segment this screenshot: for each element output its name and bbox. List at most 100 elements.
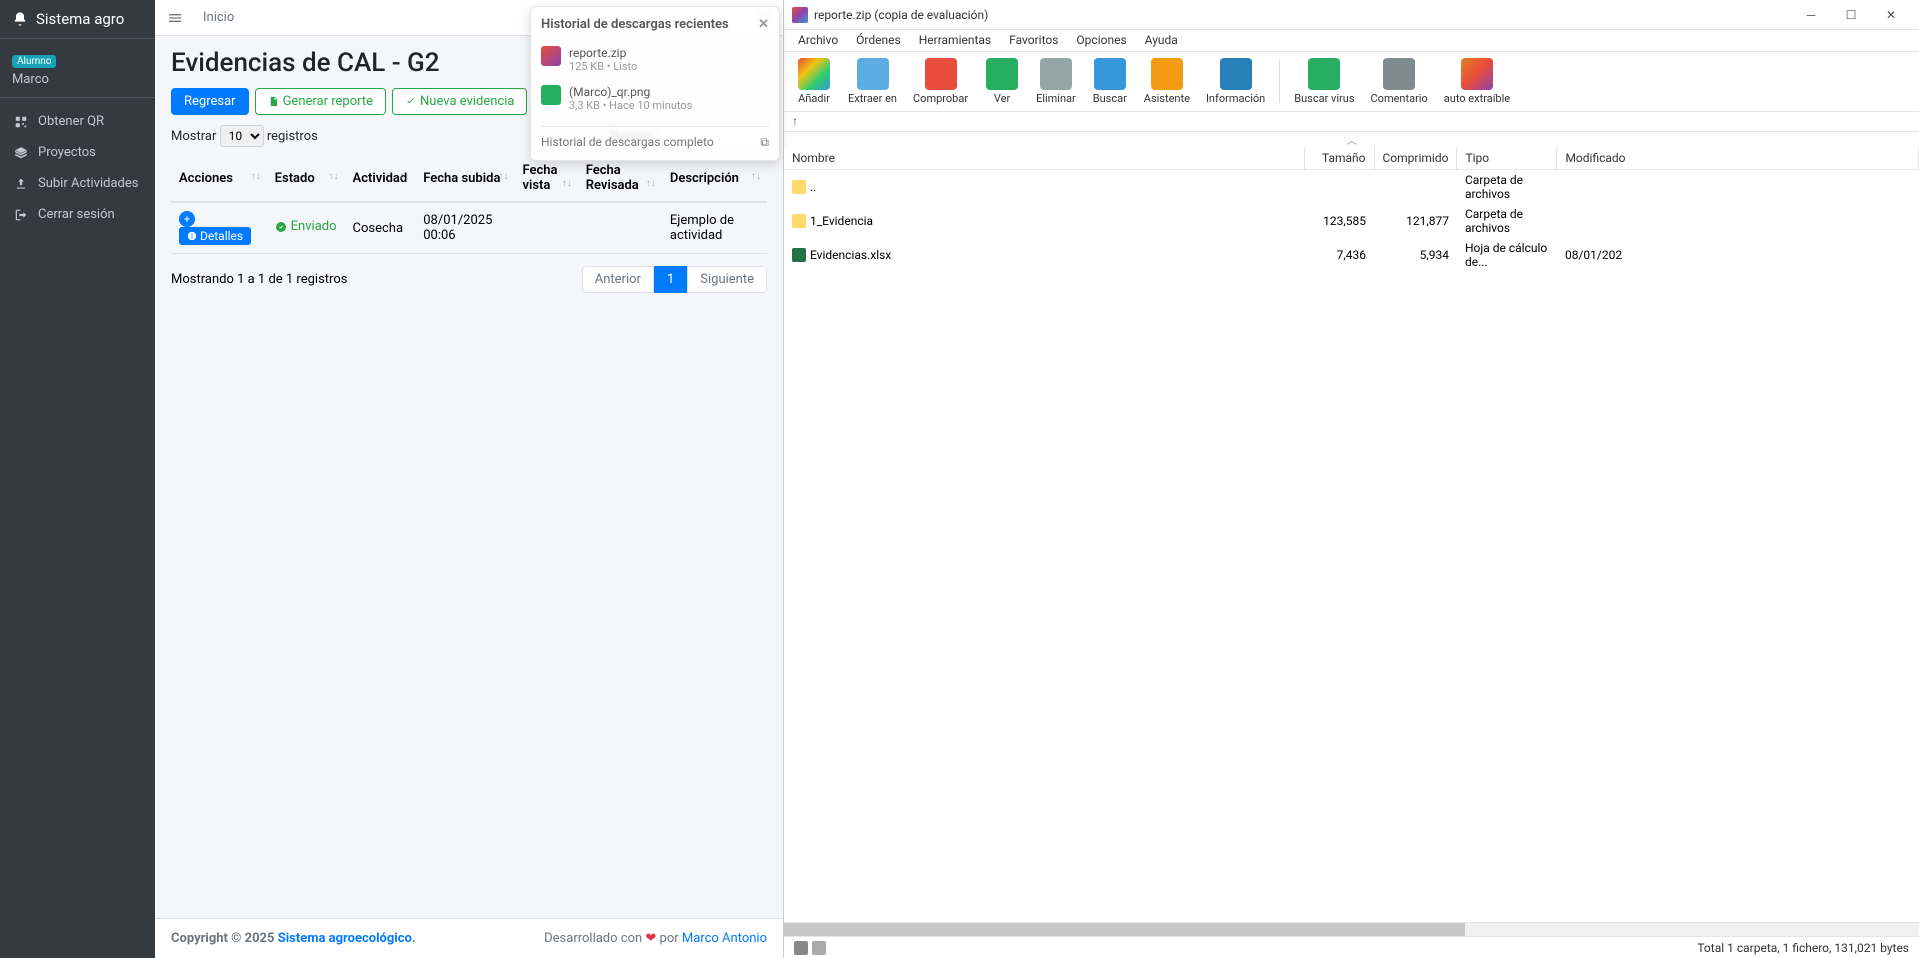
user-name: Marco bbox=[12, 72, 143, 87]
tool-buscar-virus[interactable]: Buscar virus bbox=[1288, 56, 1360, 107]
user-panel: Alumno Marco bbox=[0, 39, 155, 98]
col-viewed[interactable]: Fecha vista↑↓ bbox=[514, 155, 577, 202]
winrar-window: reporte.zip (copia de evaluación) ─ ☐ ✕ … bbox=[783, 0, 1919, 958]
toolbar: AñadirExtraer enComprobarVerEliminarBusc… bbox=[784, 52, 1919, 112]
dev-link[interactable]: Marco Antonio bbox=[682, 931, 767, 946]
buscar-virus-icon bbox=[1308, 58, 1340, 90]
nav-item-qr[interactable]: Obtener QR bbox=[0, 106, 155, 137]
lock-icon bbox=[812, 941, 826, 955]
col-status[interactable]: Estado↑↓ bbox=[267, 155, 345, 202]
status-badge: Enviado bbox=[275, 219, 337, 234]
maximize-button[interactable]: ☐ bbox=[1831, 1, 1871, 29]
xlsx-icon bbox=[792, 248, 806, 262]
col-reviewed[interactable]: Fecha Revisada↑↓ bbox=[578, 155, 662, 202]
file-list: Nombre Tamaño Comprimido Tipo Modificado… bbox=[784, 147, 1919, 922]
up-arrow-icon[interactable]: ↑ bbox=[792, 114, 798, 128]
layers-icon bbox=[14, 146, 28, 160]
menu-herramientas[interactable]: Herramientas bbox=[911, 30, 999, 51]
col-type[interactable]: Tipo bbox=[1457, 147, 1557, 170]
pagination: Anterior 1 Siguiente bbox=[582, 266, 767, 293]
folder-icon bbox=[792, 214, 806, 228]
file-row[interactable]: 1_Evidencia123,585121,877Carpeta de arch… bbox=[784, 204, 1919, 238]
tool-auto-extraíble[interactable]: auto extraíble bbox=[1438, 56, 1516, 107]
main: Inicio Evidencias de CAL - G2 Regresar G… bbox=[155, 0, 783, 958]
nav-item-projects[interactable]: Proyectos bbox=[0, 137, 155, 168]
close-icon[interactable]: ✕ bbox=[758, 17, 769, 32]
image-icon bbox=[541, 85, 561, 105]
download-item[interactable]: (Marco)_qr.png 3,3 KB • Hace 10 minutos bbox=[541, 79, 769, 118]
external-link-icon[interactable]: ⧉ bbox=[760, 135, 769, 150]
close-button[interactable]: ✕ bbox=[1871, 1, 1911, 29]
file-row[interactable]: Evidencias.xlsx7,4365,934Hoja de cálculo… bbox=[784, 238, 1919, 272]
upload-icon bbox=[14, 177, 28, 191]
menu-favoritos[interactable]: Favoritos bbox=[1001, 30, 1066, 51]
horizontal-scrollbar[interactable] bbox=[784, 922, 1919, 936]
report-button[interactable]: Generar reporte bbox=[255, 88, 386, 115]
prev-button[interactable]: Anterior bbox=[582, 266, 654, 293]
tool-información[interactable]: Información bbox=[1200, 56, 1271, 107]
col-compressed[interactable]: Comprimido bbox=[1374, 147, 1457, 170]
page-1-button[interactable]: 1 bbox=[654, 266, 687, 293]
col-activity[interactable]: Actividad↑↓ bbox=[345, 155, 416, 202]
comentario-icon bbox=[1383, 58, 1415, 90]
brand[interactable]: Sistema agro bbox=[0, 0, 155, 39]
tool-añadir[interactable]: Añadir bbox=[790, 56, 838, 107]
full-history-link[interactable]: Historial de descargas completo bbox=[541, 135, 714, 150]
content: Evidencias de CAL - G2 Regresar Generar … bbox=[155, 36, 783, 918]
col-size[interactable]: Tamaño bbox=[1304, 147, 1374, 170]
heart-icon: ❤ bbox=[645, 931, 656, 946]
col-description[interactable]: Descripción↑↓ bbox=[662, 155, 767, 202]
col-uploaded[interactable]: Fecha subida↑↓ bbox=[415, 155, 514, 202]
nav: Obtener QR Proyectos Subir Actividades C… bbox=[0, 98, 155, 238]
menu-ordenes[interactable]: Órdenes bbox=[848, 30, 909, 51]
file-icon bbox=[268, 96, 279, 107]
datatable: Acciones↑↓ Estado↑↓ Actividad↑↓ Fecha su… bbox=[171, 155, 767, 254]
expand-button[interactable]: + bbox=[179, 211, 195, 227]
path-bar[interactable]: ↑ bbox=[784, 112, 1919, 132]
statusbar: Total 1 carpeta, 1 fichero, 131,021 byte… bbox=[784, 936, 1919, 958]
menu-toggle-icon[interactable] bbox=[167, 10, 183, 26]
drive-icon bbox=[794, 941, 808, 955]
logout-icon bbox=[14, 208, 28, 222]
folder-icon bbox=[792, 180, 806, 194]
col-actions[interactable]: Acciones↑↓ bbox=[171, 155, 267, 202]
new-evidence-button[interactable]: Nueva evidencia bbox=[392, 88, 527, 115]
minimize-button[interactable]: ─ bbox=[1791, 1, 1831, 29]
download-item[interactable]: reporte.zip 125 KB • Listo bbox=[541, 40, 769, 79]
file-row[interactable]: ..Carpeta de archivos bbox=[784, 170, 1919, 205]
titlebar[interactable]: reporte.zip (copia de evaluación) ─ ☐ ✕ bbox=[784, 0, 1919, 30]
tool-comentario[interactable]: Comentario bbox=[1365, 56, 1434, 107]
footer-link[interactable]: Sistema agroecológico bbox=[278, 931, 412, 946]
nav-item-upload[interactable]: Subir Actividades bbox=[0, 168, 155, 199]
tool-ver[interactable]: Ver bbox=[978, 56, 1026, 107]
menu-archivo[interactable]: Archivo bbox=[790, 30, 846, 51]
zip-icon bbox=[541, 46, 561, 66]
breadcrumb[interactable]: Inicio bbox=[203, 10, 234, 25]
col-modified[interactable]: Modificado bbox=[1557, 147, 1919, 170]
nav-item-logout[interactable]: Cerrar sesión bbox=[0, 199, 155, 230]
menu-ayuda[interactable]: Ayuda bbox=[1137, 30, 1186, 51]
length-select[interactable]: 10 bbox=[220, 125, 264, 147]
winrar-icon bbox=[792, 7, 808, 23]
tool-asistente[interactable]: Asistente bbox=[1138, 56, 1196, 107]
download-popup: Historial de descargas recientes ✕ repor… bbox=[530, 6, 780, 161]
auto-extraíble-icon bbox=[1461, 58, 1493, 90]
collapse-icon[interactable]: ︿ bbox=[784, 132, 1919, 147]
check-icon bbox=[405, 96, 416, 107]
tool-extraer-en[interactable]: Extraer en bbox=[842, 56, 903, 107]
asistente-icon bbox=[1151, 58, 1183, 90]
tool-eliminar[interactable]: Eliminar bbox=[1030, 56, 1082, 107]
datatable-footer: Mostrando 1 a 1 de 1 registros Anterior … bbox=[171, 266, 767, 293]
tool-buscar[interactable]: Buscar bbox=[1086, 56, 1134, 107]
status-text: Total 1 carpeta, 1 fichero, 131,021 byte… bbox=[1697, 941, 1909, 955]
footer: Copyright © 2025 Sistema agroecológico. … bbox=[155, 918, 783, 958]
col-name[interactable]: Nombre bbox=[784, 147, 1304, 170]
información-icon bbox=[1220, 58, 1252, 90]
next-button[interactable]: Siguiente bbox=[687, 266, 767, 293]
tool-comprobar[interactable]: Comprobar bbox=[907, 56, 974, 107]
eliminar-icon bbox=[1040, 58, 1072, 90]
menu-opciones[interactable]: Opciones bbox=[1068, 30, 1134, 51]
comprobar-icon bbox=[925, 58, 957, 90]
details-button[interactable]: Detalles bbox=[179, 227, 251, 245]
back-button[interactable]: Regresar bbox=[171, 88, 249, 115]
